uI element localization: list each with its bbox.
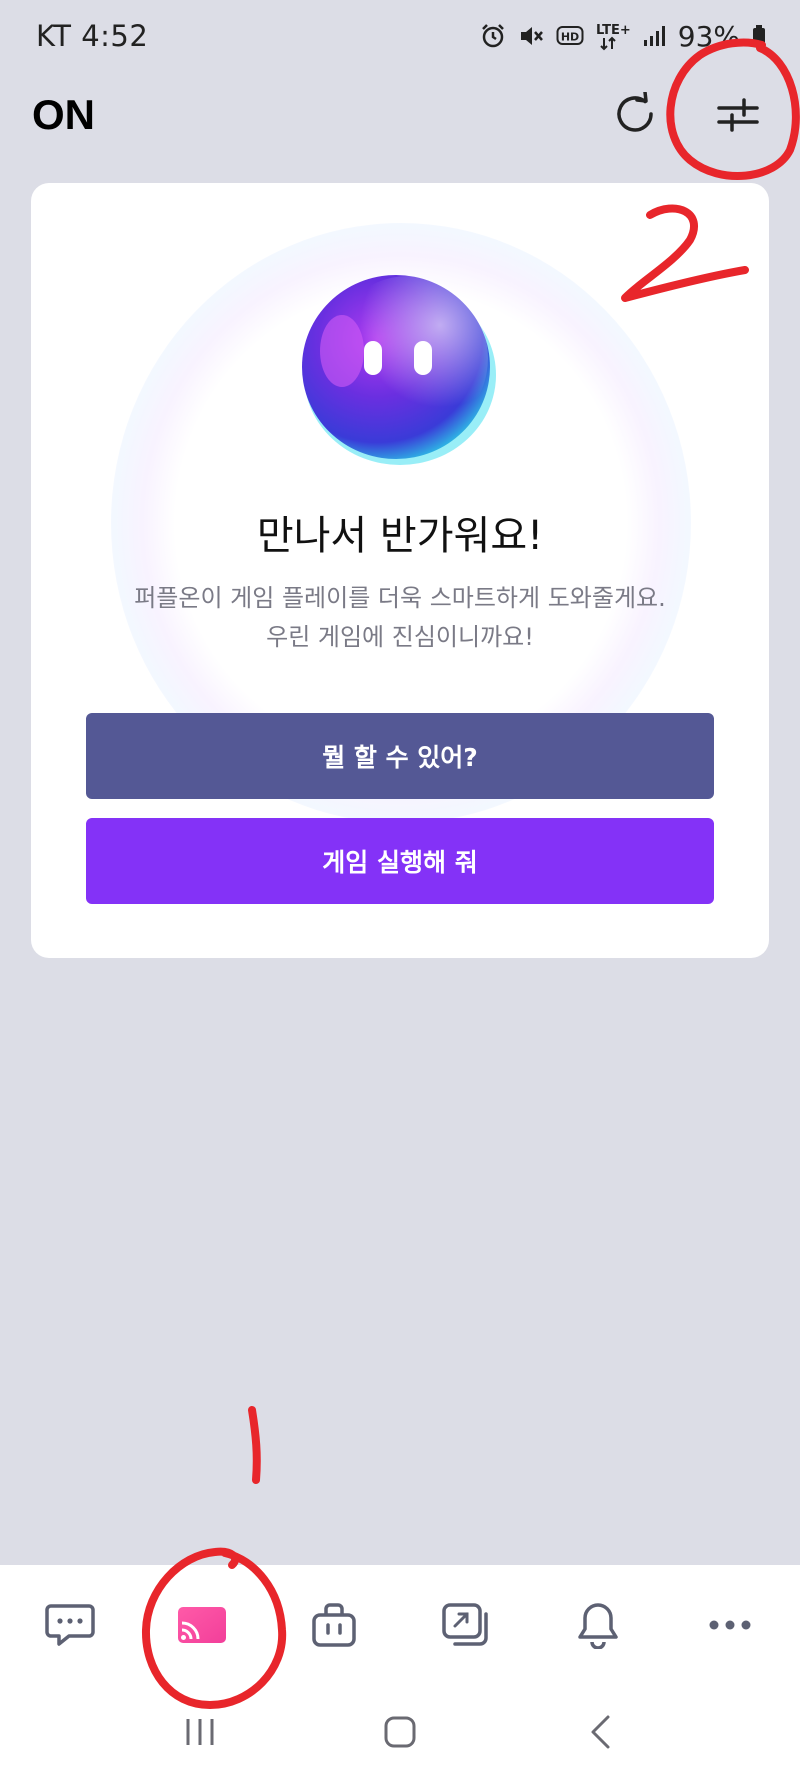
battery-percent: 93% (677, 19, 740, 53)
carrier-time: KT 4:52 (36, 19, 149, 53)
nav-item-shop[interactable] (294, 1585, 374, 1665)
mascot-orb-icon (302, 275, 496, 465)
settings-button[interactable] (710, 87, 766, 143)
chat-icon (45, 1604, 95, 1646)
svg-text:HD: HD (561, 31, 579, 44)
mute-icon (518, 23, 544, 49)
screens-icon (442, 1603, 488, 1646)
what-can-you-do-button[interactable]: 뭘 할 수 있어? (86, 713, 714, 799)
refresh-button[interactable] (608, 87, 664, 143)
nav-item-screens[interactable] (426, 1585, 506, 1665)
home-button[interactable] (365, 1702, 435, 1762)
subtitle-line-1: 퍼플온이 게임 플레이를 더욱 스마트하게 도와줄게요. (134, 584, 666, 612)
network-label: LTE+ (596, 23, 630, 38)
bell-icon (578, 1603, 618, 1649)
sliders-icon (717, 98, 759, 132)
welcome-card: 만나서 반가워요! 퍼플온이 게임 플레이를 더욱 스마트하게 도와줄게요. 우… (31, 183, 769, 958)
nav-item-chat[interactable] (30, 1585, 110, 1665)
recent-apps-icon (186, 1718, 214, 1745)
status-bar: KT 4:52 HD LTE+ 93% (0, 0, 800, 72)
app-title: ON (32, 91, 95, 138)
signal-icon (642, 24, 666, 48)
nav-item-notifications[interactable] (558, 1585, 638, 1665)
bottom-navigation (0, 1565, 800, 1685)
card-title: 만나서 반가워요! (256, 513, 544, 559)
annotation-one (248, 1406, 261, 1484)
back-icon (591, 1715, 610, 1748)
card-subtitle: 퍼플온이 게임 플레이를 더욱 스마트하게 도와줄게요. 우린 게임에 진심이니… (31, 579, 769, 657)
system-navigation (0, 1685, 800, 1778)
subtitle-line-2: 우린 게임에 진심이니까요! (266, 623, 534, 651)
cast-icon (178, 1607, 226, 1643)
recent-apps-button[interactable] (165, 1702, 235, 1762)
run-game-button[interactable]: 게임 실행해 줘 (86, 818, 714, 904)
back-button[interactable] (565, 1702, 635, 1762)
shop-bag-icon (312, 1603, 356, 1647)
hd-icon: HD (556, 24, 584, 48)
status-icons: HD LTE+ 93% (480, 20, 766, 53)
app-header: ON (0, 80, 800, 150)
refresh-icon (617, 92, 653, 132)
home-icon (384, 1716, 416, 1747)
battery-icon (752, 24, 766, 48)
nav-item-more[interactable] (690, 1585, 770, 1665)
lte-icon: LTE+ (596, 21, 630, 51)
header-actions (608, 87, 766, 143)
alarm-icon (480, 23, 506, 49)
nav-item-cast[interactable] (162, 1585, 242, 1665)
more-icon (709, 1620, 751, 1630)
